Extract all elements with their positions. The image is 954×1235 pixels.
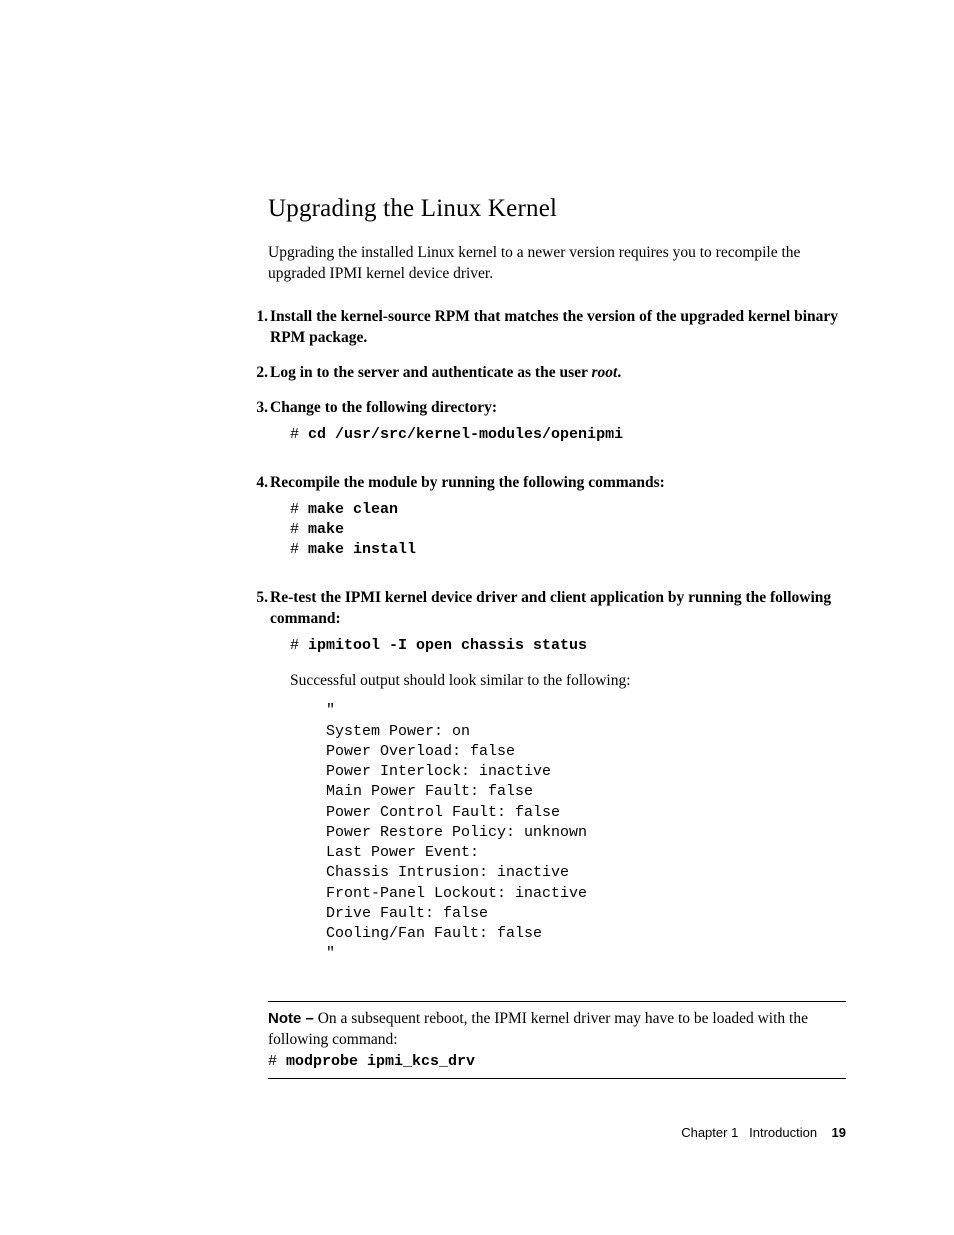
step-text: Recompile the module by running the foll…: [268, 473, 846, 575]
command-text: make clean: [308, 501, 398, 518]
step-4: 4. Recompile the module by running the f…: [250, 473, 846, 575]
prompt: #: [290, 637, 308, 654]
step-1-text: Install the kernel-source RPM that match…: [270, 308, 838, 346]
step-2: 2. Log in to the server and authenticate…: [250, 363, 846, 384]
step-5-command: # ipmitool -I open chassis status: [290, 636, 846, 656]
page-footer: Chapter 1 Introduction 19: [681, 1125, 846, 1140]
step-4-text: Recompile the module by running the foll…: [270, 474, 665, 491]
note-text: On a subsequent reboot, the IPMI kernel …: [268, 1010, 808, 1048]
step-3: 3. Change to the following directory: # …: [250, 398, 846, 459]
prompt: #: [268, 1053, 286, 1070]
page-content: Upgrading the Linux Kernel Upgrading the…: [0, 0, 954, 1079]
note-command: # modprobe ipmi_kcs_drv: [268, 1053, 475, 1070]
step-text: Install the kernel-source RPM that match…: [268, 307, 846, 349]
step-3-text: Change to the following directory:: [270, 399, 497, 416]
step-4-commands: # make clean # make # make install: [290, 500, 846, 561]
footer-page-number: 19: [832, 1125, 846, 1140]
section-title: Upgrading the Linux Kernel: [268, 195, 846, 223]
footer-chapter: Chapter 1: [681, 1125, 738, 1140]
step-2-prefix: Log in to the server and authenticate as…: [270, 364, 591, 381]
step-text: Log in to the server and authenticate as…: [268, 363, 846, 384]
step-text: Re-test the IPMI kernel device driver an…: [268, 588, 846, 986]
intro-paragraph: Upgrading the installed Linux kernel to …: [268, 243, 846, 285]
command-text: cd /usr/src/kernel-modules/openipmi: [308, 426, 623, 443]
step-text: Change to the following directory: # cd …: [268, 398, 846, 459]
prompt: #: [290, 541, 308, 558]
footer-title: Introduction: [749, 1125, 817, 1140]
command-text: modprobe ipmi_kcs_drv: [286, 1053, 475, 1070]
step-number: 2.: [250, 363, 268, 384]
step-number: 3.: [250, 398, 268, 459]
command-text: make install: [308, 541, 416, 558]
step-3-command: # cd /usr/src/kernel-modules/openipmi: [290, 425, 846, 445]
note-box: Note – On a subsequent reboot, the IPMI …: [268, 1001, 846, 1079]
step-1: 1. Install the kernel-source RPM that ma…: [250, 307, 846, 349]
step-2-suffix: .: [617, 364, 621, 381]
note-label: Note –: [268, 1010, 314, 1027]
step-5-follow: Successful output should look similar to…: [290, 671, 846, 692]
step-2-user: root: [591, 364, 617, 381]
prompt: #: [290, 501, 308, 518]
prompt: #: [290, 426, 308, 443]
prompt: #: [290, 521, 308, 538]
step-5-text: Re-test the IPMI kernel device driver an…: [270, 589, 831, 627]
step-5-output: " System Power: on Power Overload: false…: [326, 701, 846, 964]
command-text: ipmitool -I open chassis status: [308, 637, 587, 654]
step-number: 1.: [250, 307, 268, 349]
command-text: make: [308, 521, 344, 538]
step-number: 4.: [250, 473, 268, 575]
step-5: 5. Re-test the IPMI kernel device driver…: [250, 588, 846, 986]
step-number: 5.: [250, 588, 268, 986]
